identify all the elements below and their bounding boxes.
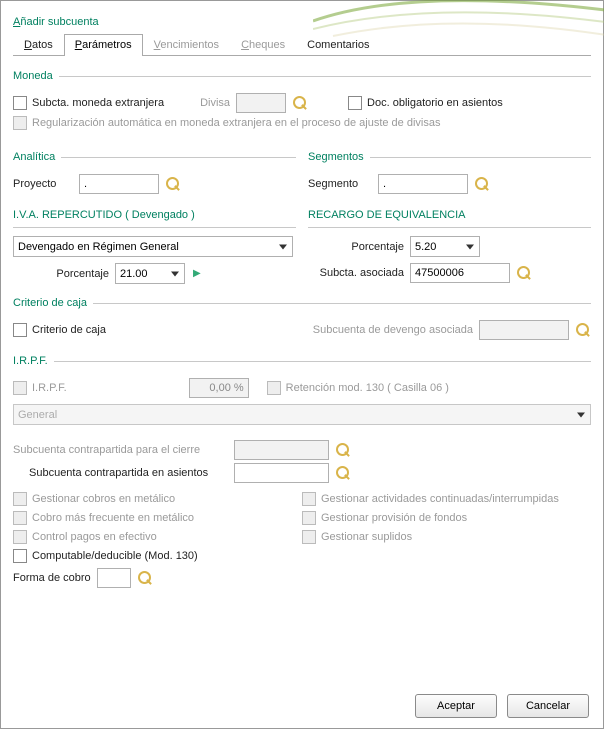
search-icon[interactable] [165, 176, 181, 192]
chk-retencion-130[interactable]: Retención mod. 130 ( Casilla 06 ) [267, 381, 449, 395]
group-irpf: I.R.P.F. I.R.P.F. Retención mod. 130 ( C… [13, 355, 591, 430]
input-divisa[interactable] [236, 93, 286, 113]
group-criterio-caja: Criterio de caja Criterio de caja Subcue… [13, 297, 591, 345]
checkbox-icon [13, 381, 27, 395]
checkbox-icon [13, 549, 27, 563]
chk-criterio-caja[interactable]: Criterio de caja [13, 323, 106, 337]
search-icon[interactable] [516, 265, 532, 281]
label-recargo-porcentaje: Porcentaje [308, 241, 404, 253]
select-recargo-porcentaje[interactable]: 5.20 [410, 236, 480, 257]
tabstrip: Datos Parámetros Vencimientos Cheques Co… [13, 34, 591, 56]
label-sub-cierre: Subcuenta contrapartida para el cierre [13, 444, 228, 456]
dialog-footer: Aceptar Cancelar [415, 694, 589, 718]
tab-parametros[interactable]: Parámetros [64, 34, 143, 56]
label-subcta-asociada: Subcta. asociada [308, 267, 404, 279]
label-proyecto: Proyecto [13, 178, 73, 190]
legend-recargo: RECARGO DE EQUIVALENCIA [308, 209, 591, 223]
checkbox-icon [13, 96, 27, 110]
dialog-title: Añadir subcuenta [13, 9, 603, 30]
legend-segmentos: Segmentos [308, 151, 370, 163]
input-sub-cierre[interactable] [234, 440, 329, 460]
input-forma-cobro[interactable] [97, 568, 131, 588]
group-analitica: Analítica Proyecto [13, 151, 296, 199]
checkbox-icon [13, 323, 27, 337]
input-irpf-pct[interactable] [189, 378, 249, 398]
checkbox-icon [348, 96, 362, 110]
chk-computable[interactable]: Computable/deducible (Mod. 130) [13, 549, 198, 563]
group-moneda: Moneda Subcta. moneda extranjera Divisa … [13, 70, 591, 135]
cancelar-button[interactable]: Cancelar [507, 694, 589, 718]
checkbox-icon [302, 492, 316, 506]
chk-doc-obligatorio[interactable]: Doc. obligatorio en asientos [348, 96, 503, 110]
checkbox-icon [302, 511, 316, 525]
search-icon[interactable] [137, 570, 153, 586]
input-segmento[interactable] [378, 174, 468, 194]
checkbox-icon [302, 530, 316, 544]
checkbox-icon [267, 381, 281, 395]
tab-cheques[interactable]: Cheques [230, 34, 296, 56]
chk-irpf[interactable]: I.R.P.F. [13, 381, 67, 395]
label-forma-cobro: Forma de cobro [13, 572, 91, 584]
checkbox-icon [13, 492, 27, 506]
search-icon[interactable] [292, 95, 308, 111]
search-icon[interactable] [575, 322, 591, 338]
legend-moneda: Moneda [13, 70, 59, 82]
legend-criterio-caja: Criterio de caja [13, 297, 93, 309]
label-sub-asientos: Subcuenta contrapartida en asientos [13, 467, 228, 479]
dialog-window: Añadir subcuenta Datos Parámetros Vencim… [0, 0, 604, 729]
legend-irpf: I.R.P.F. [13, 355, 54, 367]
checkbox-icon [13, 511, 27, 525]
chk-actividades[interactable]: Gestionar actividades continuadas/interr… [302, 492, 559, 506]
tab-datos[interactable]: Datos [13, 34, 64, 56]
input-proyecto[interactable] [79, 174, 159, 194]
input-subcta-asociada[interactable] [410, 263, 510, 283]
chk-provision[interactable]: Gestionar provisión de fondos [302, 511, 467, 525]
search-icon[interactable] [474, 176, 490, 192]
play-icon[interactable]: ▶ [193, 268, 201, 279]
legend-analitica: Analítica [13, 151, 61, 163]
tab-vencimientos[interactable]: Vencimientos [143, 34, 230, 56]
select-irpf-general[interactable]: General [13, 404, 591, 425]
label-sub-devengo: Subcuenta de devengo asociada [313, 324, 473, 336]
tab-comentarios[interactable]: Comentarios [296, 34, 380, 56]
chk-cobros-metalico[interactable]: Gestionar cobros en metálico [13, 492, 175, 506]
chk-control-pagos[interactable]: Control pagos en efectivo [13, 530, 157, 544]
chk-cobro-frecuente[interactable]: Cobro más frecuente en metálico [13, 511, 194, 525]
select-regimen-iva[interactable]: Devengado en Régimen General [13, 236, 293, 257]
legend-iva: I.V.A. REPERCUTIDO ( Devengado ) [13, 209, 296, 223]
checkbox-icon [13, 530, 27, 544]
tab-content: Moneda Subcta. moneda extranjera Divisa … [13, 56, 591, 674]
group-segmentos: Segmentos Segmento [308, 151, 591, 199]
aceptar-button[interactable]: Aceptar [415, 694, 497, 718]
chk-regularizacion[interactable]: Regularización automática en moneda extr… [13, 116, 440, 130]
input-sub-devengo[interactable] [479, 320, 569, 340]
chk-suplidos[interactable]: Gestionar suplidos [302, 530, 412, 544]
search-icon[interactable] [335, 442, 351, 458]
search-icon[interactable] [335, 465, 351, 481]
label-iva-porcentaje: Porcentaje [43, 268, 109, 280]
label-divisa: Divisa [200, 97, 230, 109]
checkbox-icon [13, 116, 27, 130]
select-iva-porcentaje[interactable]: 21.00 [115, 263, 185, 284]
label-segmento: Segmento [308, 178, 372, 190]
chk-subcta-moneda-ext[interactable]: Subcta. moneda extranjera [13, 96, 164, 110]
input-sub-asientos[interactable] [234, 463, 329, 483]
